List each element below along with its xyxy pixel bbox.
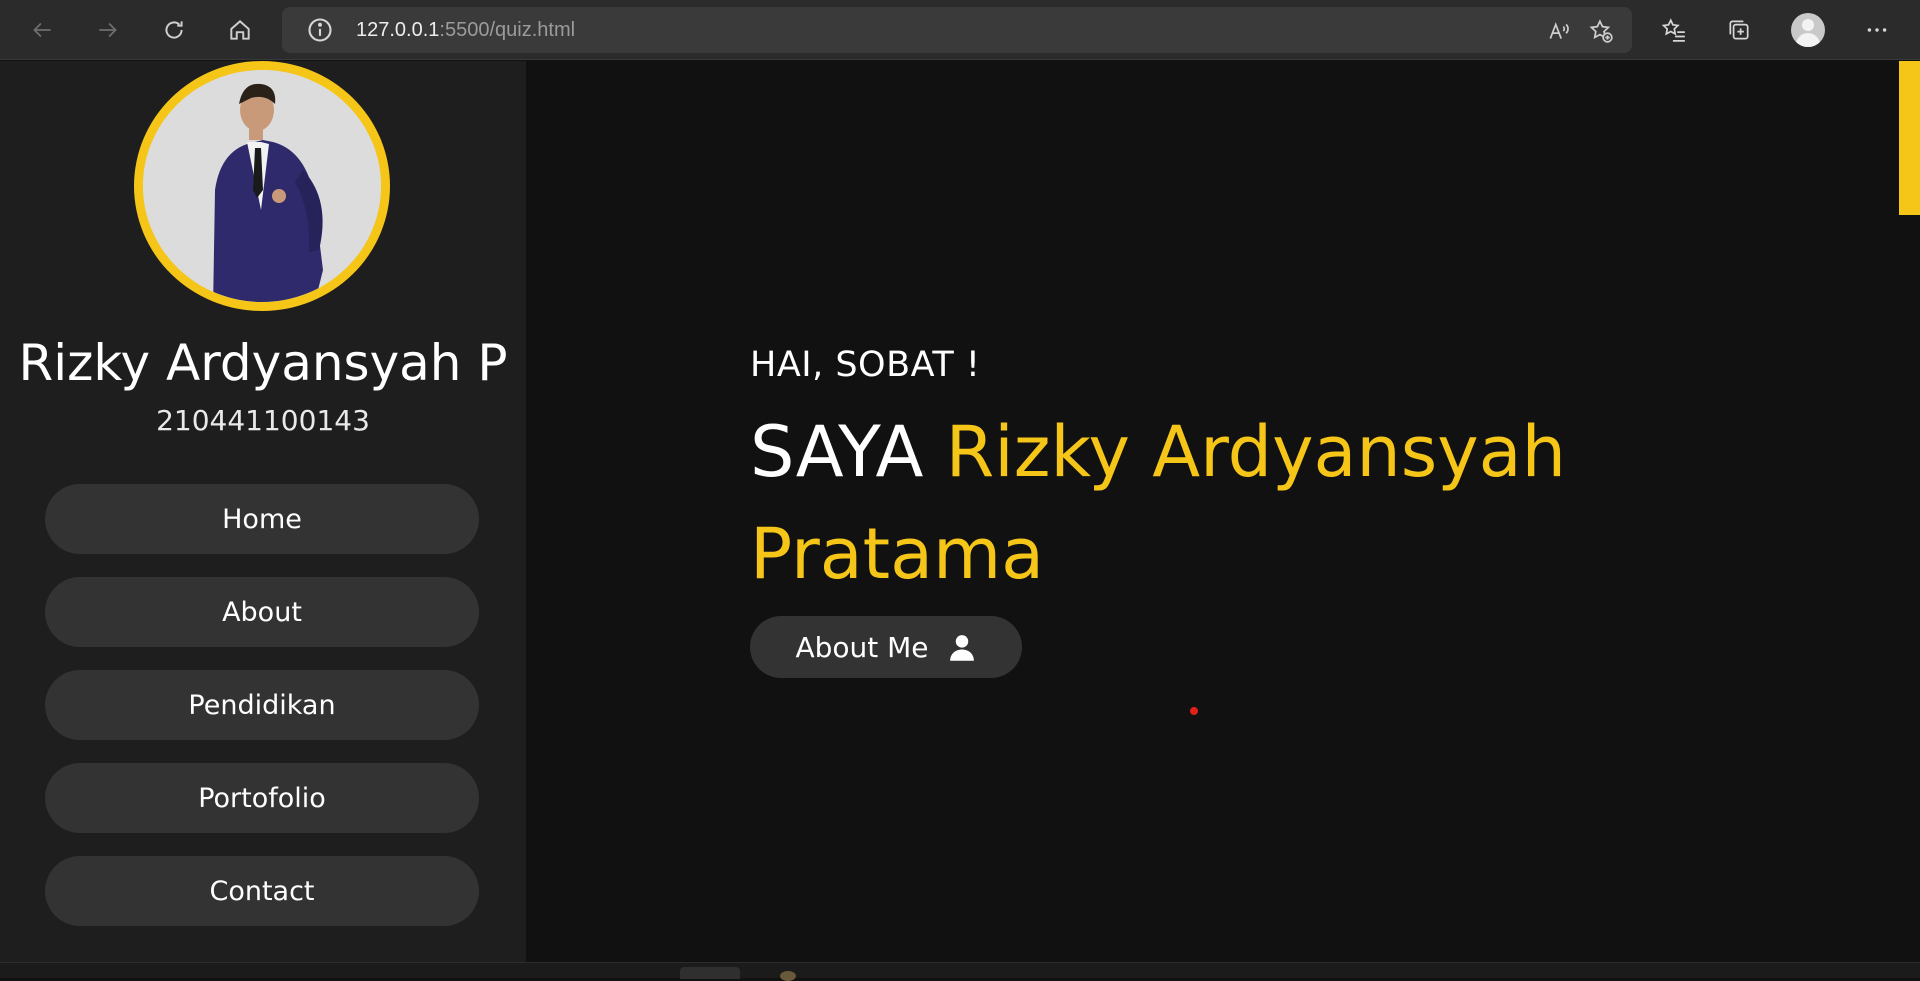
refresh-button[interactable]: [154, 12, 194, 48]
about-me-label: About Me: [795, 630, 929, 664]
about-me-button[interactable]: About Me: [750, 616, 1022, 678]
star-add-icon: [1589, 19, 1613, 43]
taskbar-item[interactable]: [680, 967, 740, 979]
scrollbar-thumb[interactable]: [1899, 61, 1920, 215]
collections-icon: [1729, 20, 1749, 40]
url-path: :5500/quiz.html: [439, 18, 576, 41]
url-text: 127.0.0.1:5500/quiz.html: [356, 19, 575, 42]
hero-prefix: SAYA: [750, 411, 924, 493]
sidebar: Rizky Ardyansyah P 210441100143 Home Abo…: [0, 61, 526, 962]
avatar-head: [1802, 19, 1814, 31]
add-favorite-button[interactable]: [1586, 16, 1616, 46]
hero-greeting: HAI, SOBAT !: [750, 345, 981, 385]
home-button[interactable]: [220, 12, 260, 48]
ellipsis-icon: [1867, 28, 1887, 32]
main-hero: HAI, SOBAT ! SAYA Rizky Ardyansyah Prata…: [526, 61, 1898, 962]
nav-about-button[interactable]: About: [45, 577, 479, 647]
red-dot-marker: [1190, 707, 1198, 715]
profile-student-id: 210441100143: [156, 404, 370, 437]
forward-button[interactable]: [88, 12, 128, 48]
nav-contact-button[interactable]: Contact: [45, 856, 479, 926]
back-button[interactable]: [22, 12, 62, 48]
info-icon[interactable]: [306, 16, 334, 44]
favorites-button[interactable]: [1654, 12, 1694, 48]
taskbar-edge: [0, 962, 1920, 981]
favorites-list-icon: [1661, 18, 1685, 42]
nav-home-button[interactable]: Home: [45, 484, 479, 554]
more-menu-button[interactable]: [1857, 12, 1897, 48]
nav-portofolio-button[interactable]: Portofolio: [45, 763, 479, 833]
collections-button[interactable]: [1719, 12, 1759, 48]
taskbar-app-icon[interactable]: [780, 971, 796, 981]
profile-name: Rizky Ardyansyah P: [18, 334, 508, 392]
refresh-icon: [165, 21, 183, 39]
avatar-body: [1796, 33, 1820, 47]
arrow-right-icon: [99, 22, 117, 38]
profile-avatar[interactable]: [1791, 13, 1825, 47]
home-icon: [230, 20, 250, 40]
profile-photo: [134, 61, 390, 311]
url-host: 127.0.0.1: [356, 18, 440, 41]
read-aloud-button[interactable]: [1544, 16, 1574, 46]
read-aloud-icon: [1549, 22, 1569, 39]
arrow-left-icon: [33, 22, 51, 38]
hero-headline: SAYA Rizky Ardyansyah Pratama: [750, 401, 1690, 605]
address-bar[interactable]: 127.0.0.1:5500/quiz.html: [282, 7, 1632, 53]
nav-pendidikan-button[interactable]: Pendidikan: [45, 670, 479, 740]
user-icon: [949, 635, 974, 661]
browser-toolbar: 127.0.0.1:5500/quiz.html: [0, 0, 1920, 60]
person-photo-illustration: [143, 70, 381, 302]
